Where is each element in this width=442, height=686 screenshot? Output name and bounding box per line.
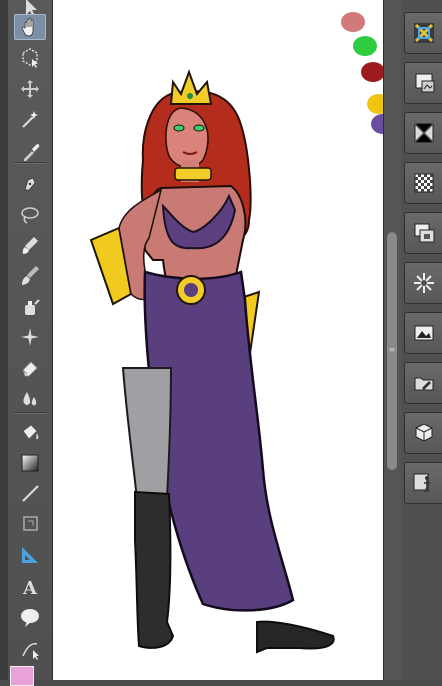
paint-brush-tool[interactable] <box>14 262 46 288</box>
necklace <box>174 167 212 181</box>
ruler-tool[interactable] <box>14 542 46 568</box>
lasso-icon <box>21 207 39 224</box>
color-swatch-dot[interactable] <box>353 36 377 56</box>
paint-bucket-icon <box>22 424 39 440</box>
edit-folder-panel-button[interactable] <box>404 362 442 404</box>
foreground-color-swatch[interactable] <box>10 666 34 686</box>
material-panel-button[interactable] <box>404 262 442 304</box>
sub-view-panel-button[interactable] <box>404 62 442 104</box>
layers-icon <box>414 223 435 243</box>
figure-icon <box>413 473 430 493</box>
speech-balloon-icon <box>21 609 39 627</box>
pen-nib-icon <box>24 177 36 191</box>
svg-text:A: A <box>22 578 38 598</box>
line-tool[interactable] <box>14 480 46 506</box>
line-icon <box>22 485 39 502</box>
tool-palette: A <box>8 0 53 680</box>
magic-wand-tool[interactable] <box>14 106 46 132</box>
magic-wand-icon <box>22 111 38 128</box>
3d-box-icon <box>415 423 433 442</box>
gradient-icon <box>21 454 39 472</box>
layer-panel-button[interactable] <box>404 212 442 254</box>
move-icon <box>21 80 39 98</box>
color-swatch-dot[interactable] <box>361 62 383 82</box>
checkerboard-icon <box>414 173 434 193</box>
color-swatch-dot[interactable] <box>341 12 365 32</box>
text-tool[interactable]: A <box>14 574 46 600</box>
eyedropper-icon <box>24 144 40 161</box>
select-cube-tool[interactable] <box>14 44 46 70</box>
transparency-panel-button[interactable] <box>404 162 442 204</box>
move-layer-tool[interactable] <box>14 76 46 102</box>
correct-line-tool[interactable] <box>14 636 46 662</box>
crown <box>169 69 213 105</box>
eyedropper-tool[interactable] <box>14 138 46 164</box>
vertical-scrollbar[interactable]: ≡ <box>383 0 402 680</box>
navigator-panel-button[interactable] <box>404 12 442 54</box>
frame-icon <box>23 516 38 531</box>
brush-icon <box>22 237 38 254</box>
lasso-tool[interactable] <box>14 202 46 228</box>
tool-separator <box>14 412 46 414</box>
hand-tool[interactable] <box>14 14 46 40</box>
eraser-tool[interactable] <box>14 354 46 380</box>
fill-tool[interactable] <box>14 420 46 446</box>
text-icon: A <box>22 578 38 598</box>
image-icon <box>414 325 434 341</box>
crown-gem <box>187 93 193 99</box>
balloon-tool[interactable] <box>14 604 46 630</box>
eraser-icon <box>22 361 38 377</box>
blend-tool[interactable] <box>14 386 46 412</box>
transform-panel-button[interactable] <box>404 112 442 154</box>
folder-edit-icon <box>414 377 434 391</box>
left-eye <box>173 124 185 132</box>
navigator-icon <box>414 23 434 43</box>
scroll-grip-icon: ≡ <box>388 345 396 354</box>
material-icon <box>414 273 434 293</box>
drawing-canvas[interactable] <box>53 0 383 680</box>
sub-view-icon <box>415 73 435 93</box>
airbrush-icon <box>25 299 40 315</box>
cube-select-icon <box>22 48 38 68</box>
right-shoe <box>256 620 335 654</box>
character-illustration <box>89 12 383 654</box>
frame-tool[interactable] <box>14 510 46 536</box>
vector-correct-icon <box>22 643 39 660</box>
brush-tool[interactable] <box>14 232 46 258</box>
face <box>165 107 209 168</box>
color-swatch-dot[interactable] <box>371 114 383 134</box>
color-swatch-dot[interactable] <box>367 94 383 114</box>
right-eye <box>193 124 205 132</box>
paint-brush-icon <box>22 266 39 285</box>
sparkle-icon <box>21 328 39 346</box>
hand-icon <box>21 17 34 37</box>
pen-tool[interactable] <box>14 170 46 196</box>
decoration-tool[interactable] <box>14 324 46 350</box>
image-material-panel-button[interactable] <box>404 312 442 354</box>
transform-icon <box>414 123 434 143</box>
airbrush-tool[interactable] <box>14 294 46 320</box>
left-stocking <box>121 367 173 502</box>
color-swatch-dots <box>341 12 383 134</box>
drops-icon <box>23 392 37 406</box>
pose-material-panel-button[interactable] <box>404 462 442 504</box>
palette-dock <box>401 0 442 680</box>
left-boot <box>134 490 175 649</box>
gradient-tool[interactable] <box>14 450 46 476</box>
ruler-triangle-icon <box>22 547 38 563</box>
3d-material-panel-button[interactable] <box>404 412 442 454</box>
